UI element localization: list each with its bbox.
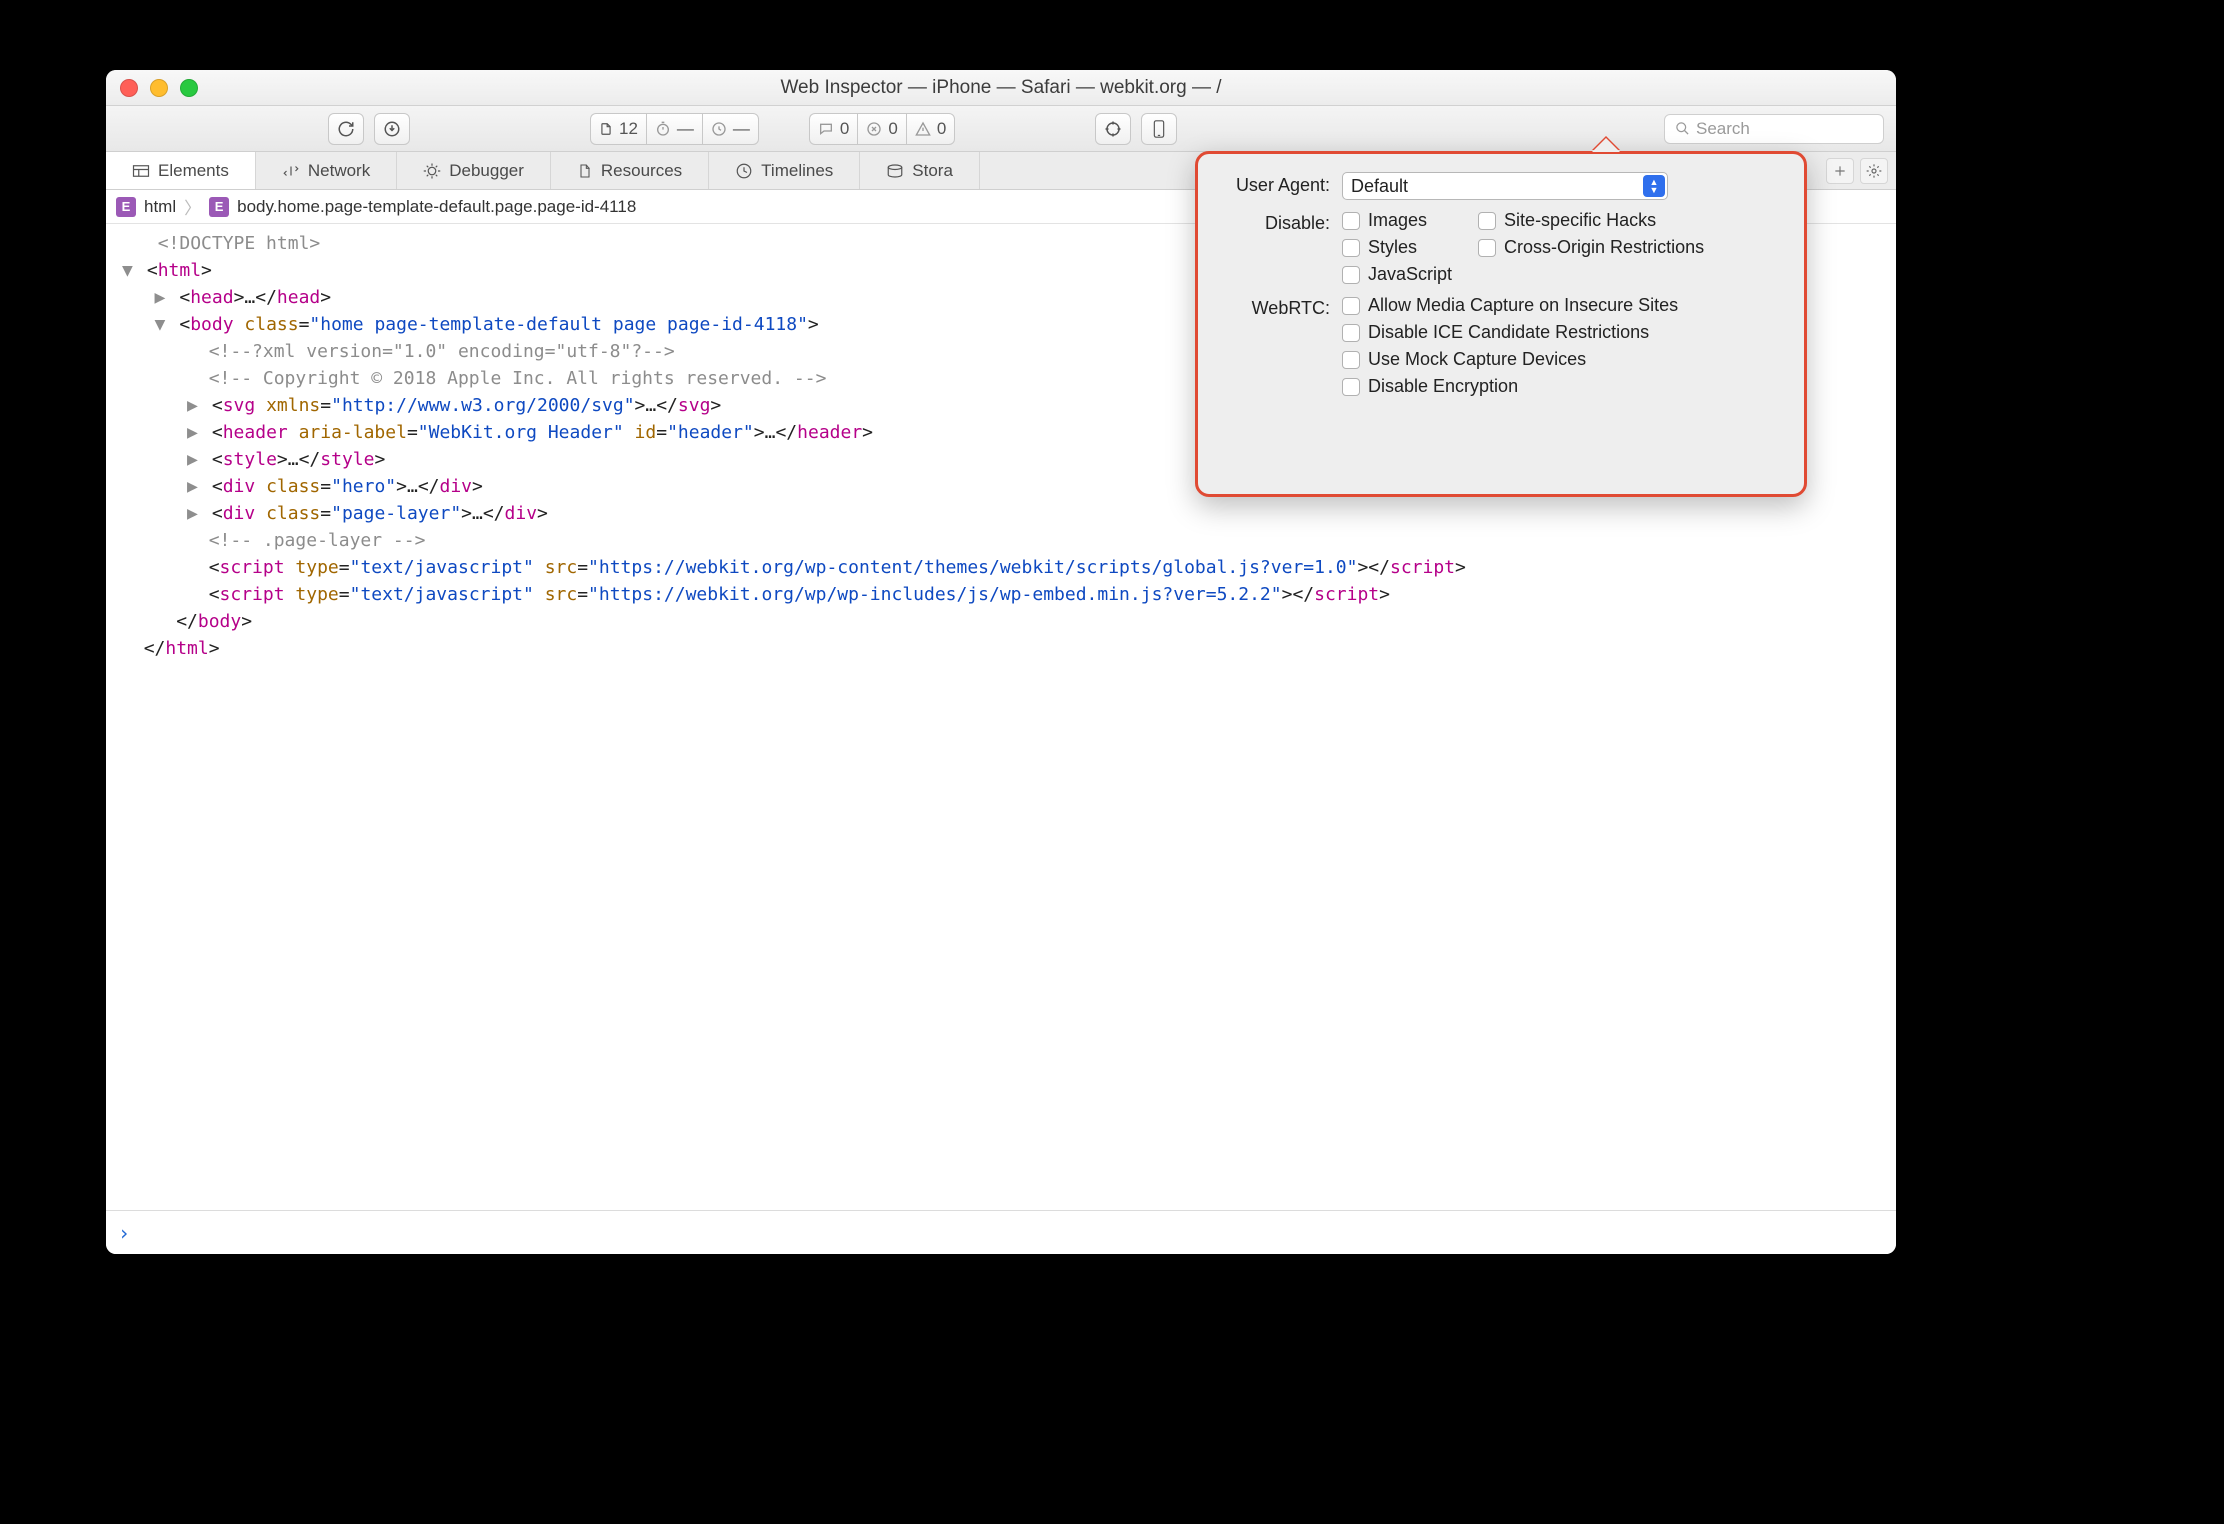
history-count[interactable]: — bbox=[702, 113, 759, 145]
error-count[interactable]: 0 bbox=[857, 113, 905, 145]
webrtc-disable-encryption-checkbox[interactable]: Disable Encryption bbox=[1342, 376, 1678, 397]
tab-elements[interactable]: Elements bbox=[106, 152, 256, 189]
window-controls bbox=[120, 79, 198, 97]
search-field[interactable]: Search bbox=[1664, 114, 1884, 144]
plus-icon bbox=[1833, 164, 1847, 178]
element-picker-button[interactable] bbox=[1095, 113, 1131, 145]
resource-counts: 12 — — bbox=[590, 113, 759, 145]
debugger-icon bbox=[423, 162, 441, 180]
error-icon bbox=[866, 121, 882, 137]
tab-resources[interactable]: Resources bbox=[551, 152, 709, 189]
download-icon bbox=[383, 120, 401, 138]
resources-icon bbox=[577, 162, 593, 180]
search-icon bbox=[1675, 121, 1690, 136]
log-count[interactable]: 0 bbox=[809, 113, 857, 145]
storage-icon bbox=[886, 163, 904, 179]
user-agent-select[interactable]: Default ▲▼ bbox=[1342, 172, 1668, 200]
network-icon bbox=[282, 163, 300, 179]
issue-counts: 0 0 0 bbox=[809, 113, 955, 145]
webrtc-ice-checkbox[interactable]: Disable ICE Candidate Restrictions bbox=[1342, 322, 1678, 343]
chevron-right-icon: 〉 bbox=[184, 194, 201, 219]
stopwatch-icon bbox=[655, 121, 671, 137]
new-tab-button[interactable] bbox=[1826, 158, 1854, 184]
element-badge-icon: E bbox=[209, 197, 229, 217]
file-count[interactable]: 12 bbox=[590, 113, 646, 145]
reload-button[interactable] bbox=[328, 113, 364, 145]
device-settings-button[interactable] bbox=[1141, 113, 1177, 145]
clock-icon bbox=[711, 121, 727, 137]
titlebar: Web Inspector — iPhone — Safari — webkit… bbox=[106, 70, 1896, 106]
warning-icon bbox=[915, 121, 931, 137]
reload-icon bbox=[337, 120, 355, 138]
popover-arrow-icon bbox=[1592, 138, 1620, 152]
window-title: Web Inspector — iPhone — Safari — webkit… bbox=[106, 77, 1896, 99]
tab-storage[interactable]: Stora bbox=[860, 152, 980, 189]
elements-icon bbox=[132, 163, 150, 179]
crumb-body[interactable]: body.home.page-template-default.page.pag… bbox=[237, 197, 636, 217]
disable-javascript-checkbox[interactable]: JavaScript bbox=[1342, 264, 1452, 285]
device-icon bbox=[1152, 119, 1166, 139]
minimize-window-button[interactable] bbox=[150, 79, 168, 97]
chat-icon bbox=[818, 121, 834, 137]
inspector-toolbar: 12 — — 0 0 0 Search bbox=[106, 106, 1896, 152]
search-placeholder: Search bbox=[1696, 119, 1750, 139]
download-button[interactable] bbox=[374, 113, 410, 145]
zoom-window-button[interactable] bbox=[180, 79, 198, 97]
disable-site-hacks-checkbox[interactable]: Site-specific Hacks bbox=[1478, 210, 1704, 231]
element-badge-icon: E bbox=[116, 197, 136, 217]
prompt-chevron-icon: › bbox=[118, 1221, 130, 1245]
device-settings-popover: User Agent: Default ▲▼ Disable: Images S… bbox=[1195, 151, 1807, 497]
tab-timelines[interactable]: Timelines bbox=[709, 152, 860, 189]
timer-count[interactable]: — bbox=[646, 113, 702, 145]
disable-images-checkbox[interactable]: Images bbox=[1342, 210, 1452, 231]
file-icon bbox=[599, 121, 613, 137]
select-arrows-icon: ▲▼ bbox=[1643, 175, 1665, 197]
disable-styles-checkbox[interactable]: Styles bbox=[1342, 237, 1452, 258]
gear-icon bbox=[1866, 163, 1882, 179]
webrtc-media-capture-checkbox[interactable]: Allow Media Capture on Insecure Sites bbox=[1342, 295, 1678, 316]
webrtc-mock-devices-checkbox[interactable]: Use Mock Capture Devices bbox=[1342, 349, 1678, 370]
ua-label: User Agent: bbox=[1216, 172, 1342, 200]
crumb-html[interactable]: html bbox=[144, 197, 176, 217]
settings-button[interactable] bbox=[1860, 158, 1888, 184]
disable-label: Disable: bbox=[1216, 210, 1342, 285]
disable-cors-checkbox[interactable]: Cross-Origin Restrictions bbox=[1478, 237, 1704, 258]
close-window-button[interactable] bbox=[120, 79, 138, 97]
crosshair-icon bbox=[1104, 120, 1122, 138]
warning-count[interactable]: 0 bbox=[906, 113, 955, 145]
timelines-icon bbox=[735, 162, 753, 180]
inspector-window: Web Inspector — iPhone — Safari — webkit… bbox=[106, 70, 1896, 1254]
tab-network[interactable]: Network bbox=[256, 152, 397, 189]
console-prompt[interactable]: › bbox=[106, 1210, 1896, 1254]
tab-debugger[interactable]: Debugger bbox=[397, 152, 551, 189]
webrtc-label: WebRTC: bbox=[1216, 295, 1342, 397]
